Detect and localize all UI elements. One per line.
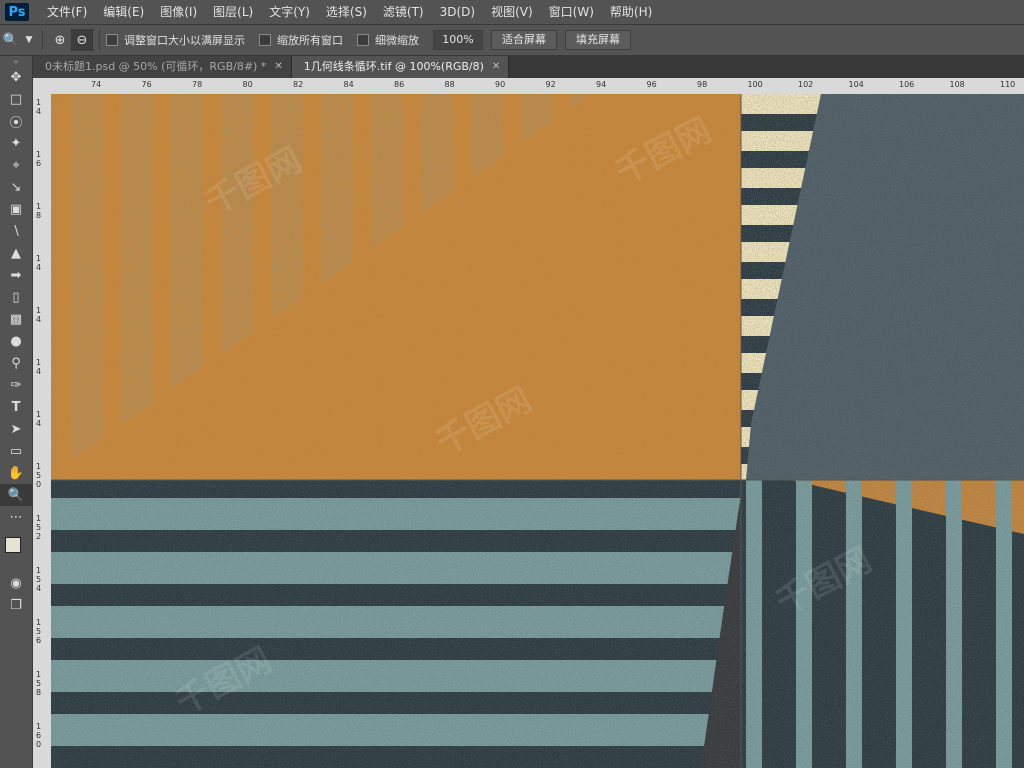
menu-item[interactable]: 文字(Y) [261,0,318,24]
dodge-tool-icon[interactable]: ⚲ [0,352,32,374]
ruler-tick-label: 1 5 6 [36,618,42,645]
zoom-tool-icon[interactable]: 🔍 [0,29,22,51]
path-selection-icon[interactable]: ➤ [0,418,32,440]
ruler-tick-label: 92 [545,80,556,89]
resize-windows-checkbox[interactable]: 调整窗口大小以满屏显示 [106,32,245,48]
document-tab[interactable]: 0未标题1.psd @ 50% (可循环，RGB/8#) * ✕ [33,56,292,78]
ruler-tick-label: 18 [36,202,42,220]
menu-item[interactable]: 图层(L) [205,0,261,24]
type-tool-icon[interactable]: T [0,396,32,418]
ruler-tick-label: 108 [949,80,965,89]
healing-brush-icon[interactable]: ▣ [0,198,32,220]
ruler-tick-label: 1 5 0 [36,462,42,489]
close-tab-icon[interactable]: ✕ [274,56,282,78]
ruler-tick-label: 1 5 2 [36,514,42,541]
close-tab-icon[interactable]: ✕ [492,56,500,78]
move-tool-icon[interactable]: ✥ [0,66,32,88]
ruler-tick-label: 1 4 [36,358,42,376]
screen-mode-icon[interactable]: ❐ [0,594,32,616]
ruler-tick-label: 1 5 8 [36,670,42,697]
brush-tool-icon[interactable]: ∖ [0,220,32,242]
ruler-tick-label: 1 6 0 [36,722,42,749]
ruler-tick-label: 1 4 [36,254,42,272]
document-tabs: 0未标题1.psd @ 50% (可循环，RGB/8#) * ✕ 1几何线条循环.t… [33,56,1024,78]
ruler-tick-label: 98 [697,80,708,89]
blur-tool-icon[interactable]: ● [0,330,32,352]
zoom-all-windows-checkbox[interactable]: 缩放所有窗口 [259,32,343,48]
ruler-tick-label: 1 5 4 [36,566,42,593]
ruler-tick-label: 100 [747,80,763,89]
color-swatches[interactable] [0,528,32,572]
menu-item[interactable]: 文件(F) [39,0,95,24]
tools-panel: » ✥ □ ⦿ ✦ ⌖ ↘ ▣ ∖ ▲ ➡ ▯ ▩ ● ⚲ ✑ T ➤ ▭ ✋ … [0,56,33,768]
ruler-tick-label: 1 4 [36,410,42,428]
ruler-tick-label: 76 [141,80,152,89]
panel-grip-icon: » [13,56,19,66]
crop-tool-icon[interactable]: ⌖ [0,154,32,176]
menu-item[interactable]: 选择(S) [318,0,375,24]
menu-item[interactable]: 滤镜(T) [375,0,432,24]
photoshop-logo: Ps [5,3,29,21]
fill-screen-button[interactable]: 填充屏幕 [565,30,631,50]
ruler-tick-label: 106 [899,80,915,89]
pen-tool-icon[interactable]: ✑ [0,374,32,396]
ruler-tick-label: 94 [596,80,607,89]
ruler-tick-label: 104 [848,80,864,89]
zoom-level-field[interactable]: 100% [433,30,483,50]
menu-item[interactable]: 3D(D) [432,0,483,24]
vertical-ruler[interactable]: 14 16 18 1 4 1 4 1 4 1 4 1 5 0 1 5 2 1 5 4 1 5 6 1 … [33,94,52,768]
menu-item[interactable]: 窗口(W) [541,0,602,24]
ruler-tick-label: 90 [495,80,506,89]
rectangle-tool-icon[interactable]: ▭ [0,440,32,462]
ruler-tick-label: 102 [798,80,814,89]
ruler-tick-label: 14 [36,98,42,116]
gradient-tool-icon[interactable]: ▩ [0,308,32,330]
zoom-tool-icon[interactable]: 🔍 [0,484,32,506]
ruler-tick-label: 88 [444,80,455,89]
menu-item[interactable]: 编辑(E) [95,0,152,24]
document-tab-label: 1几何线条循环.tif @ 100%(RGB/8) [303,60,484,73]
chevron-down-icon[interactable]: ▼ [22,29,36,51]
ruler-tick-label: 110 [1000,80,1016,89]
ruler-tick-label: 80 [242,80,253,89]
stamp-tool-icon[interactable]: ▲ [0,242,32,264]
marquee-tool-icon[interactable]: □ [0,88,32,110]
zoom-in-icon[interactable]: ⊕ [49,29,71,51]
hand-tool-icon[interactable]: ✋ [0,462,32,484]
artwork [51,94,1024,768]
ruler-tick-label: 84 [343,80,354,89]
ruler-tick-label: 78 [192,80,203,89]
magic-wand-icon[interactable]: ✦ [0,132,32,154]
horizontal-ruler[interactable]: 74 76 78 80 82 84 86 88 90 92 94 96 98 100 102 104 106 10… [51,78,1024,95]
more-tools-icon[interactable]: ⋯ [0,506,32,528]
lasso-tool-icon[interactable]: ⦿ [0,110,32,132]
document-tab-label: 0未标题1.psd @ 50% (可循环，RGB/8#) * [45,60,267,73]
ruler-tick-label: 1 4 [36,306,42,324]
eraser-tool-icon[interactable]: ▯ [0,286,32,308]
document-tab[interactable]: 1几何线条循环.tif @ 100%(RGB/8) ✕ [291,56,510,78]
menu-item[interactable]: 视图(V) [483,0,541,24]
ruler-tick-label: 96 [646,80,657,89]
ruler-tick-label: 82 [293,80,304,89]
ruler-tick-label: 16 [36,150,42,168]
scrubby-zoom-checkbox[interactable]: 细微缩放 [357,32,419,48]
eyedropper-tool-icon[interactable]: ↘ [0,176,32,198]
ruler-tick-label: 74 [91,80,102,89]
foreground-color-swatch[interactable] [5,537,21,553]
ruler-tick-label: 86 [394,80,405,89]
menu-item[interactable]: 图像(I) [152,0,205,24]
options-bar: 🔍 ▼ ⊕ ⊖ 调整窗口大小以满屏显示 缩放所有窗口 细微缩放 100% 适合屏… [0,25,1024,56]
zoom-out-icon[interactable]: ⊖ [71,29,93,51]
quick-mask-icon[interactable]: ◉ [0,572,32,594]
history-brush-icon[interactable]: ➡ [0,264,32,286]
ruler-origin[interactable] [33,78,52,95]
document-canvas[interactable]: 千图网 千图网 千图网 千图网 千图网 [51,94,1024,768]
menu-item[interactable]: 帮助(H) [602,0,660,24]
fit-screen-button[interactable]: 适合屏幕 [491,30,557,50]
menu-bar: Ps 文件(F) 编辑(E) 图像(I) 图层(L) 文字(Y) 选择(S) 滤镜(T) 3D… [0,0,1024,25]
